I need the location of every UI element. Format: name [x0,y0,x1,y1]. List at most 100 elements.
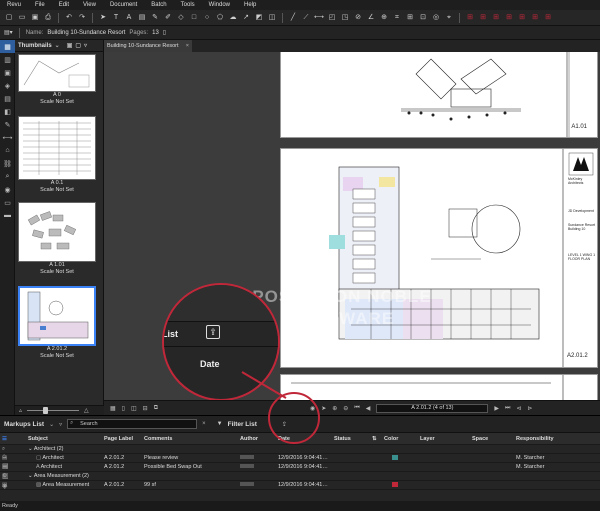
calibrate-icon[interactable]: ⌖ [444,13,454,23]
save-icon[interactable]: ▣ [30,13,40,23]
measure-angle-icon[interactable]: ∠ [366,13,376,23]
grid-tool-icon[interactable]: ⊞ [465,13,475,23]
stamp-icon[interactable]: ◫ [267,13,277,23]
callout-share-icon[interactable]: ⇪ [206,325,220,339]
thumbnail-rotate-icon[interactable]: ▢ [75,42,81,49]
menu-help[interactable]: Help [237,2,263,8]
document-properties-icon[interactable]: ▤▾ [4,29,13,36]
menu-window[interactable]: Window [202,2,237,8]
small-thumb-icon[interactable]: ▵ [19,407,22,414]
group-row[interactable]: ⚙ ⌄ Area Measurement (2) [0,472,600,481]
select-arrow-icon[interactable]: ➤ [98,13,108,23]
markup-import-icon[interactable]: ▤ [2,462,14,472]
column-status[interactable]: Status [332,436,370,442]
measure-perimeter-icon[interactable]: ◳ [340,13,350,23]
forward-view-icon[interactable]: ⊳ [527,405,532,412]
zoom-out-icon[interactable]: ⊖ [343,405,348,412]
column-comments[interactable]: Comments [142,436,238,442]
back-view-icon[interactable]: ⊲ [516,405,521,412]
menu-file[interactable]: File [28,2,52,8]
measure-diameter-icon[interactable]: ⊘ [353,13,363,23]
first-page-icon[interactable]: ⏮ [354,405,359,412]
menu-tools[interactable]: Tools [174,2,202,8]
markup-snap-icon[interactable]: ⊞ [504,13,514,23]
links-icon[interactable]: ⛓ [0,157,15,170]
pan-icon[interactable]: ➤ [321,405,326,412]
line-tool-icon[interactable]: ╱ [288,13,298,23]
thumbnail-item[interactable]: A 0.1 Scale Not Set [18,116,96,194]
content-snap-icon[interactable]: ⊞ [491,13,501,23]
lock-icon[interactable]: ⊞ [543,13,553,23]
sets-icon[interactable]: ▬ [0,209,15,222]
column-responsibility[interactable]: Responsibility [514,436,594,442]
row-comment[interactable]: 99 sf [142,482,238,488]
cutout-tool-icon[interactable]: ⊞ [405,13,415,23]
arrow-tool-icon[interactable]: ↗ [241,13,251,23]
close-search-icon[interactable]: × [202,421,206,427]
markup-layers-icon[interactable]: ◈ [2,482,14,492]
properties-icon[interactable]: ▤ [0,92,15,105]
name-value[interactable]: Building 10-Sundance Resort [47,30,125,36]
note-icon[interactable]: ▤ [137,13,147,23]
menu-revu[interactable]: Revu [0,2,28,8]
redo-icon[interactable]: ↷ [77,13,87,23]
table-row[interactable]: ▤ A Architect A 2.01.2 Possible Bed Swap… [0,463,600,472]
document-tab[interactable]: Building 10-Sundance Resort × [104,40,192,52]
thumbnail-view-icon[interactable]: ▣ [67,42,73,49]
search-input[interactable]: ⌕ Search [67,419,198,429]
new-document-icon[interactable]: ▢ [4,13,14,23]
table-row[interactable]: ▤ ▧ Area Measurement A 2.01.2 99 sf 12/9… [0,481,600,490]
page-indicator[interactable]: A 2.01.2 (4 of 13) [376,403,489,413]
grid-view-icon[interactable]: ▦ [110,405,116,412]
column-page-label[interactable]: Page Label [102,436,142,442]
column-space[interactable]: Space [470,436,514,442]
row-comment[interactable]: Please review [142,455,238,461]
slider-track[interactable] [27,407,80,414]
measurements-icon[interactable]: ⟷ [0,131,15,144]
slider-handle[interactable] [43,407,49,414]
measure-length-icon[interactable]: ⟷ [314,13,324,23]
polygon-tool-icon[interactable]: ⬠ [215,13,225,23]
bookmarks-icon[interactable]: ▥ [0,53,15,66]
file-access-icon[interactable]: ▣ [0,66,15,79]
print-icon[interactable]: ⎙ [43,13,53,23]
list-view-icon[interactable]: ☰ [0,436,26,442]
single-page-icon[interactable]: ▯ [122,405,125,412]
measure-area-icon[interactable]: ◰ [327,13,337,23]
ellipse-tool-icon[interactable]: ○ [202,13,212,23]
layers-icon[interactable]: ◈ [0,79,15,92]
rectangle-tool-icon[interactable]: □ [189,13,199,23]
thumbnail-item[interactable]: A 0 Scale Not Set [18,54,96,106]
spaces-icon[interactable]: ▭ [0,196,15,209]
column-sort-icon[interactable]: ⇅ [370,436,382,442]
column-layer[interactable]: Layer [418,436,470,442]
eraser-icon[interactable]: ◇ [176,13,186,23]
undo-icon[interactable]: ↶ [64,13,74,23]
previous-page-icon[interactable]: ◀ [366,405,371,412]
zoom-in-icon[interactable]: ⊕ [332,405,337,412]
tool-chest-icon[interactable]: ◧ [0,105,15,118]
callout-tool-icon[interactable]: ◩ [254,13,264,23]
snap-tool-icon[interactable]: ⊞ [478,13,488,23]
menu-view[interactable]: View [76,2,103,8]
search-panel-icon[interactable]: ⌕ [0,170,15,183]
next-page-icon[interactable]: ▶ [494,405,499,412]
signatures-icon[interactable]: ✎ [0,118,15,131]
menu-document[interactable]: Document [103,2,144,8]
markup-tools-icon[interactable]: ⌂ [2,452,14,462]
large-thumb-icon[interactable]: △ [84,407,89,414]
typewriter-icon[interactable]: A [124,13,134,23]
tag-icon[interactable]: ⌂ [0,144,15,157]
markups-options-icon[interactable]: ▿ [59,421,62,428]
column-author[interactable]: Author [238,436,276,442]
reuse-icon[interactable]: ⊞ [517,13,527,23]
column-subject[interactable]: Subject [26,436,102,442]
pen-icon[interactable]: ✐ [163,13,173,23]
polyline-tool-icon[interactable]: ⟋ [301,13,311,23]
thumbnail-filter-icon[interactable]: ▿ [84,42,87,49]
open-folder-icon[interactable]: ▭ [17,13,27,23]
thumbnail-size-slider[interactable]: ▵ △ [15,405,104,415]
filter-icon[interactable]: ▼ [217,421,223,427]
column-color[interactable]: Color [382,436,418,442]
row-comment[interactable]: Possible Bed Swap Out [142,464,238,470]
